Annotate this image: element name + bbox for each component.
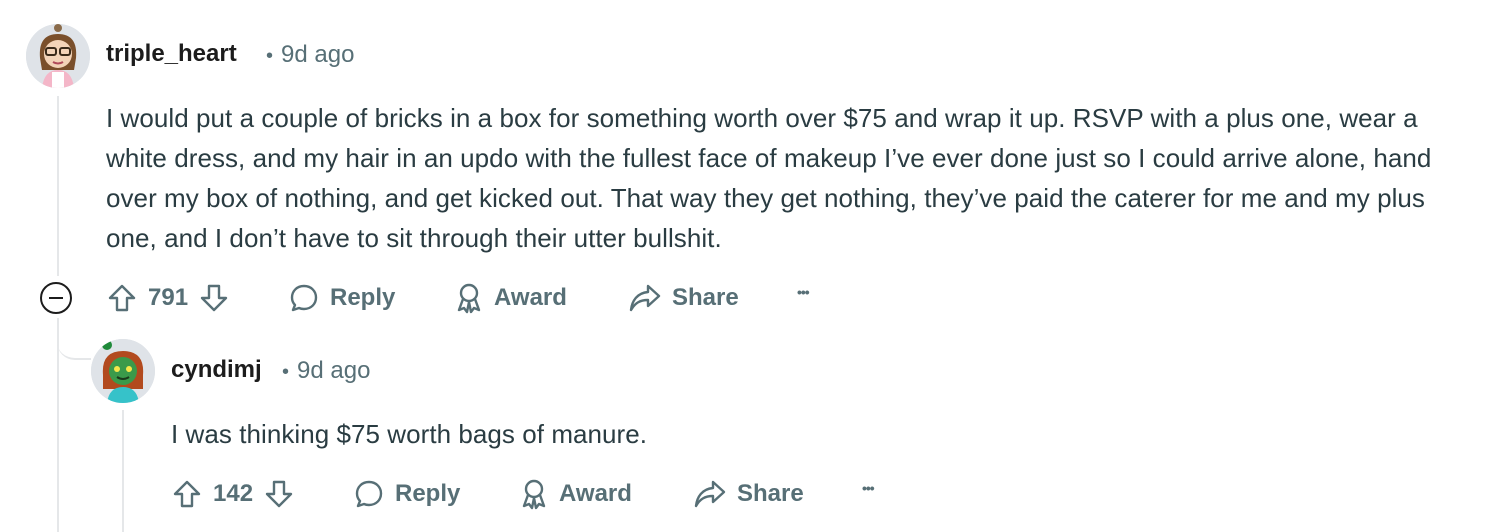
downvote-icon[interactable] <box>263 478 295 510</box>
award-label: Award <box>559 480 632 507</box>
share-label: Share <box>737 480 804 507</box>
comment-author[interactable]: triple_heart <box>106 40 237 68</box>
avatar-image <box>26 24 90 88</box>
comment-body: I would put a couple of bricks in a box … <box>106 98 1481 258</box>
vote-bar: 791 <box>106 282 230 314</box>
reply-icon <box>353 478 385 510</box>
comment-timestamp[interactable]: 9d ago <box>297 357 370 384</box>
award-icon <box>454 282 484 314</box>
thread-line-main[interactable] <box>57 96 59 276</box>
upvote-icon[interactable] <box>106 282 138 314</box>
reply-button[interactable]: Reply <box>353 478 460 510</box>
more-options-button[interactable]: ••• <box>797 284 810 300</box>
comment-timestamp[interactable]: 9d ago <box>281 41 354 68</box>
reply-label: Reply <box>395 480 461 507</box>
share-icon <box>628 282 662 314</box>
comment-text: I would put a couple of bricks in a box … <box>106 103 1432 253</box>
comment-text: I was thinking $75 worth bags of manure. <box>171 419 648 449</box>
thread-line-reply[interactable] <box>122 410 124 532</box>
award-icon <box>519 478 549 510</box>
share-button[interactable]: Share <box>628 282 739 314</box>
upvote-icon[interactable] <box>171 478 203 510</box>
more-options-button[interactable]: ••• <box>862 480 875 496</box>
meta-separator: • <box>282 361 290 383</box>
comment-author[interactable]: cyndimj <box>171 356 262 384</box>
reply-button[interactable]: Reply <box>288 282 395 314</box>
vote-score: 791 <box>148 284 189 311</box>
avatar-image <box>91 339 155 403</box>
avatar-cyndimj[interactable] <box>91 339 155 403</box>
comment-meta: • 9d ago <box>266 41 354 69</box>
award-label: Award <box>494 284 567 311</box>
comment-meta: • 9d ago <box>282 357 370 385</box>
share-icon <box>693 478 727 510</box>
reply-icon <box>288 282 320 314</box>
more-options-icon: ••• <box>862 480 875 496</box>
share-button[interactable]: Share <box>693 478 804 510</box>
collapse-thread-button[interactable] <box>40 282 72 314</box>
award-button[interactable]: Award <box>519 478 632 510</box>
comment-body: I was thinking $75 worth bags of manure. <box>171 414 1471 454</box>
more-options-icon: ••• <box>797 284 810 300</box>
thread-branch-curve <box>57 318 91 360</box>
award-button[interactable]: Award <box>454 282 567 314</box>
reply-label: Reply <box>330 284 396 311</box>
avatar-triple-heart[interactable] <box>26 24 90 88</box>
downvote-icon[interactable] <box>198 282 230 314</box>
vote-bar: 142 <box>171 478 295 510</box>
meta-separator: • <box>266 45 274 67</box>
share-label: Share <box>672 284 739 311</box>
vote-score: 142 <box>213 480 254 507</box>
